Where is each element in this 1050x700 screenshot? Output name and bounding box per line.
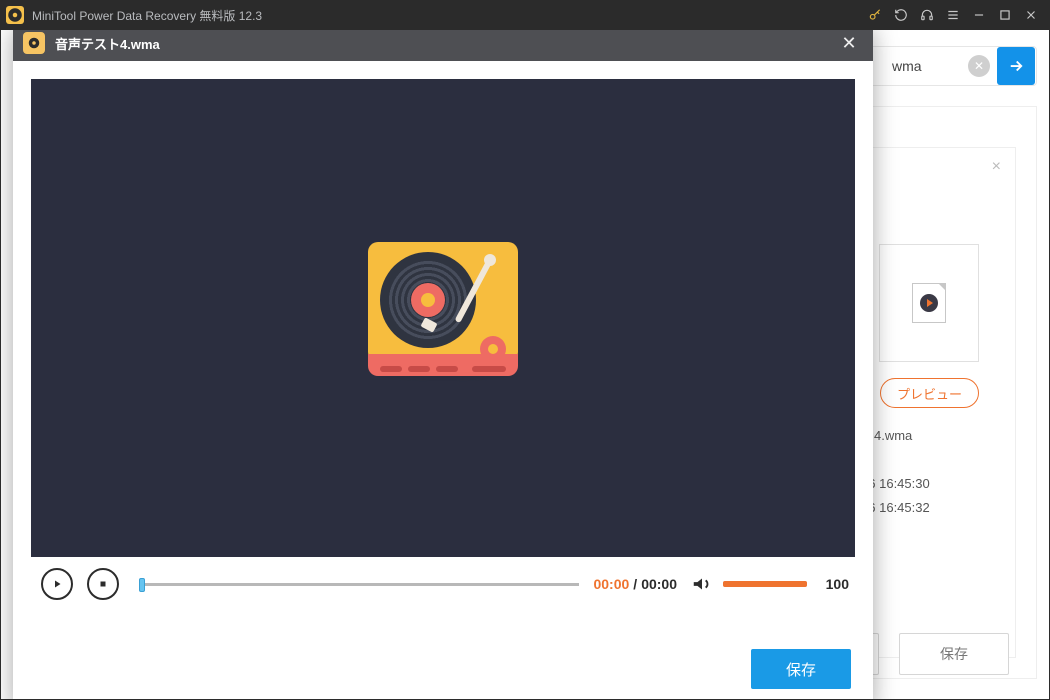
close-icon[interactable]	[1018, 2, 1044, 28]
menu-icon[interactable]	[940, 2, 966, 28]
titlebar: MiniTool Power Data Recovery 無料版 12.3	[0, 0, 1050, 30]
volume-icon[interactable]	[691, 573, 713, 595]
modal-title: 音声テスト4.wma	[55, 34, 160, 53]
preview-modal: 音声テスト4.wma ✕	[13, 30, 873, 700]
volume-control: 100	[691, 573, 849, 595]
maximize-icon[interactable]	[992, 2, 1018, 28]
modal-titlebar: 音声テスト4.wma ✕	[13, 30, 873, 61]
time-current: 00:00	[593, 576, 629, 592]
app-title: MiniTool Power Data Recovery 無料版 12.3	[32, 7, 262, 24]
seek-thumb[interactable]	[139, 578, 145, 592]
main-window: MiniTool Power Data Recovery 無料版 12.3 wm…	[0, 0, 1050, 700]
modal-app-icon	[23, 32, 45, 54]
volume-value: 100	[817, 576, 849, 592]
seek-slider[interactable]	[133, 580, 579, 588]
refresh-icon[interactable]	[888, 2, 914, 28]
minimize-icon[interactable]	[966, 2, 992, 28]
window-body: wma ✕ × プレビュー 音声テスト4.wma 2.97 MB 2024	[0, 30, 1050, 700]
player-controls: 00:00/00:00 100	[31, 557, 855, 611]
save-button[interactable]: 保存	[751, 649, 851, 689]
key-icon[interactable]	[862, 2, 888, 28]
modal-close-button[interactable]: ✕	[835, 30, 863, 57]
timecode: 00:00/00:00	[593, 576, 677, 592]
volume-slider[interactable]	[723, 581, 807, 587]
headphones-icon[interactable]	[914, 2, 940, 28]
stop-button[interactable]	[87, 568, 119, 600]
play-button[interactable]	[41, 568, 73, 600]
modal-body: 00:00/00:00 100	[13, 61, 873, 629]
modal-overlay: 音声テスト4.wma ✕	[1, 30, 1049, 699]
modal-footer: 保存	[13, 629, 873, 700]
time-total: 00:00	[641, 576, 677, 592]
preview-canvas	[31, 79, 855, 557]
app-logo	[6, 6, 24, 24]
turntable-graphic	[368, 242, 518, 394]
